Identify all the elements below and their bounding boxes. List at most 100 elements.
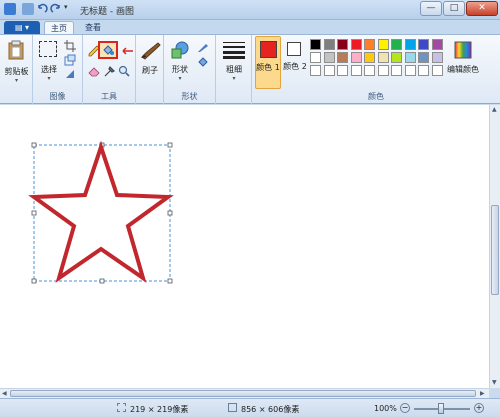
rotate-icon[interactable] — [64, 68, 76, 80]
palette-swatch[interactable] — [364, 52, 375, 63]
palette-swatch[interactable] — [350, 65, 362, 76]
palette-swatch[interactable] — [377, 39, 389, 50]
app-menu-button[interactable]: ▤ ▾ — [4, 21, 40, 34]
palette-swatch[interactable] — [391, 52, 402, 63]
redo-icon[interactable] — [50, 3, 62, 15]
zoom-slider-thumb[interactable] — [438, 403, 444, 414]
chevron-down-icon: ▾ — [232, 75, 236, 82]
palette-swatch[interactable] — [350, 39, 362, 50]
canvas-area[interactable] — [0, 105, 489, 388]
minimize-button[interactable]: — — [420, 1, 442, 16]
drawing-canvas[interactable] — [0, 105, 489, 388]
brush-icon — [141, 42, 161, 60]
palette-swatch[interactable] — [431, 52, 443, 63]
eraser-icon[interactable] — [88, 65, 100, 77]
shapes-icon — [171, 41, 189, 59]
color-picker-icon[interactable] — [103, 65, 115, 77]
select-icon — [39, 41, 57, 57]
tab-view[interactable]: 查看 — [78, 21, 108, 34]
palette-swatch[interactable] — [404, 65, 416, 76]
resize-icon[interactable] — [64, 54, 76, 66]
color1-label: 颜色 1 — [256, 63, 280, 72]
image-group: 选择 ▾ 图像 — [33, 35, 83, 104]
palette-swatch[interactable] — [323, 52, 335, 63]
palette-swatch[interactable] — [323, 39, 335, 50]
vertical-scrollbar[interactable]: ▲ ▼ — [489, 105, 500, 388]
palette-swatch[interactable] — [431, 39, 443, 50]
scroll-up-icon[interactable]: ▲ — [492, 106, 497, 113]
palette-swatch[interactable] — [391, 65, 402, 76]
tools-group-label: 工具 — [101, 92, 117, 101]
selection-handle[interactable] — [31, 210, 37, 216]
palette-swatch[interactable] — [350, 52, 362, 63]
palette-swatch[interactable] — [431, 65, 443, 76]
selection-handle[interactable] — [167, 142, 173, 148]
color2-button[interactable]: 颜色 2 — [283, 36, 307, 89]
shapes-group-label: 形状 — [181, 92, 198, 101]
scroll-left-icon[interactable]: ◀ — [2, 390, 7, 397]
size-group: 粗细 ▾ — [216, 35, 252, 104]
edit-colors-button[interactable]: 编辑颜色 — [447, 37, 479, 89]
select-label: 选择 — [41, 65, 57, 74]
palette-swatch[interactable] — [310, 39, 321, 50]
size-button[interactable]: 粗细 ▾ — [220, 39, 248, 87]
ribbon: 剪贴板 ▾ 选择 ▾ 图像 工具 刷子 形状 ▾ 形状 粗细 ▾ 颜色 1 颜色… — [0, 34, 500, 104]
palette-swatch[interactable] — [310, 52, 321, 63]
shapes-label: 形状 — [172, 65, 188, 74]
horizontal-scrollbar[interactable]: ◀ ▶ — [0, 388, 489, 398]
tab-home[interactable]: 主页 — [44, 21, 74, 34]
palette-swatch[interactable] — [404, 39, 416, 50]
palette-swatch[interactable] — [364, 39, 375, 50]
selection-handle[interactable] — [167, 210, 173, 216]
palette-swatch[interactable] — [404, 52, 416, 63]
brush-button[interactable]: 刷子 — [137, 37, 163, 87]
qat-dropdown-icon[interactable]: ▾ — [64, 3, 72, 15]
chevron-down-icon: ▾ — [47, 75, 51, 82]
color1-button[interactable]: 颜色 1 — [255, 36, 281, 89]
palette-swatch[interactable] — [418, 65, 429, 76]
scroll-down-icon[interactable]: ▼ — [492, 379, 497, 386]
magnifier-icon[interactable] — [118, 65, 130, 77]
scroll-right-icon[interactable]: ▶ — [480, 390, 485, 397]
palette-swatch[interactable] — [418, 52, 429, 63]
palette-swatch[interactable] — [377, 52, 389, 63]
palette-swatch[interactable] — [337, 52, 348, 63]
palette-swatch[interactable] — [377, 65, 389, 76]
color-palette — [310, 39, 448, 79]
selection-handle[interactable] — [167, 278, 173, 284]
selection-handle[interactable] — [31, 278, 37, 284]
selection-size-icon — [117, 403, 126, 412]
close-button[interactable]: ✕ — [466, 1, 498, 16]
undo-icon[interactable] — [36, 3, 48, 15]
select-button[interactable]: 选择 ▾ — [36, 39, 62, 87]
fill-style-icon[interactable] — [197, 56, 209, 68]
vertical-scroll-thumb[interactable] — [491, 205, 499, 295]
crop-icon[interactable] — [64, 40, 76, 52]
palette-swatch[interactable] — [391, 39, 402, 50]
selection-handle[interactable] — [99, 278, 105, 284]
palette-swatch[interactable] — [310, 65, 321, 76]
tools-group: 工具 — [83, 35, 136, 104]
palette-swatch[interactable] — [364, 65, 375, 76]
fill-tool-highlight[interactable] — [98, 41, 118, 59]
save-icon[interactable] — [22, 3, 34, 15]
palette-swatch[interactable] — [337, 65, 348, 76]
edit-colors-label: 编辑颜色 — [447, 65, 479, 74]
palette-swatch[interactable] — [418, 39, 429, 50]
star-shape[interactable] — [28, 140, 174, 283]
palette-swatch[interactable] — [323, 65, 335, 76]
selection-handle[interactable] — [31, 142, 37, 148]
color2-swatch — [287, 42, 301, 56]
paste-button[interactable]: 剪贴板 ▾ — [2, 37, 31, 87]
app-icon — [4, 3, 16, 15]
palette-swatch[interactable] — [337, 39, 348, 50]
chevron-down-icon: ▾ — [14, 77, 18, 84]
ribbon-tabs: ▤ ▾ 主页 查看 — [0, 20, 500, 34]
outline-icon[interactable] — [197, 41, 209, 53]
zoom-in-button[interactable]: + — [474, 403, 484, 413]
shapes-button[interactable]: 形状 ▾ — [167, 39, 193, 87]
horizontal-scroll-thumb[interactable] — [10, 390, 476, 397]
maximize-button[interactable]: □ — [443, 1, 465, 16]
zoom-out-button[interactable]: − — [400, 403, 410, 413]
fill-icon — [103, 45, 114, 55]
